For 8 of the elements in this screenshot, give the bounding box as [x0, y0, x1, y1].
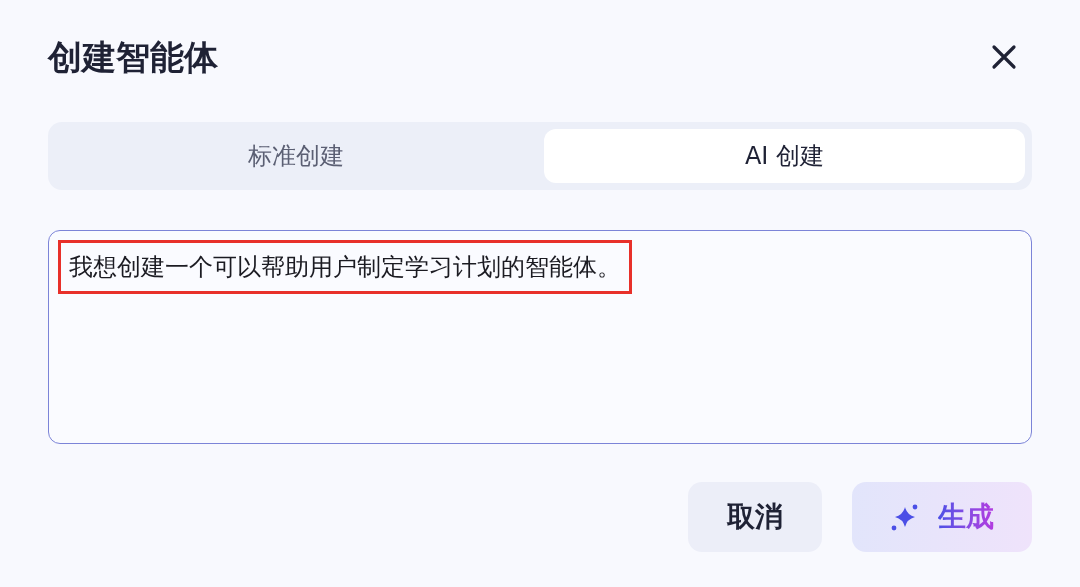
tab[interactable]: AI 创建 [544, 129, 1025, 183]
sparkle-icon [890, 502, 920, 532]
cancel-button[interactable]: 取消 [688, 482, 822, 552]
dialog-title: 创建智能体 [48, 35, 218, 79]
prompt-field[interactable]: 我想创建一个可以帮助用户制定学习计划的智能体。 [48, 230, 1032, 444]
prompt-text: 我想创建一个可以帮助用户制定学习计划的智能体。 [58, 240, 632, 294]
tab[interactable]: 标准创建 [55, 129, 536, 183]
generate-button[interactable]: 生成 [852, 482, 1032, 552]
